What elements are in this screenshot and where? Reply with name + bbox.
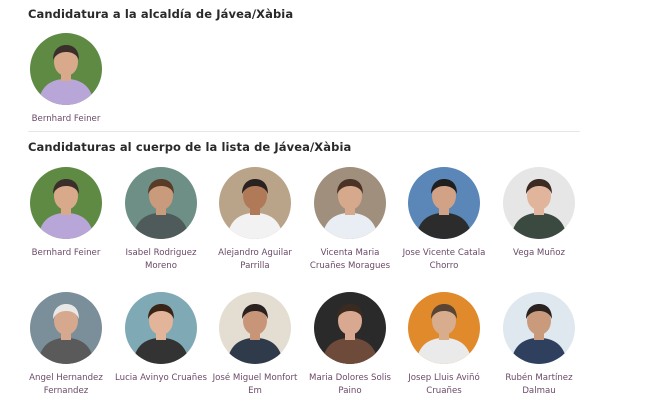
candidate-photo[interactable] (30, 33, 102, 105)
candidate-card[interactable]: José Miguel Monfort Em (207, 292, 303, 398)
candidate-name[interactable]: Vicenta Maria Cruañes Moragues (302, 247, 398, 273)
candidate-photo[interactable] (314, 167, 386, 239)
candidate-name[interactable]: Bernhard Feiner (18, 247, 114, 260)
candidate-name[interactable]: Maria Dolores Solis Paino (302, 372, 398, 398)
candidate-photo[interactable] (503, 292, 575, 364)
candidate-name[interactable]: Isabel Rodriguez Moreno (113, 247, 209, 273)
candidate-card[interactable]: Lucia Avinyo Cruañes (113, 292, 209, 385)
candidate-photo[interactable] (408, 292, 480, 364)
candidate-name[interactable]: Bernhard Feiner (18, 113, 114, 126)
candidate-photo[interactable] (125, 292, 197, 364)
candidate-card[interactable]: Bernhard Feiner (18, 167, 114, 260)
candidate-name[interactable]: Angel Hernandez Fernandez (18, 372, 114, 398)
candidate-card[interactable]: Josep Lluis Aviñó Cruañes (396, 292, 492, 398)
candidate-name[interactable]: Josep Lluis Aviñó Cruañes (396, 372, 492, 398)
candidate-name[interactable]: Jose Vicente Catala Chorro (396, 247, 492, 273)
candidate-name[interactable]: Alejandro Aguilar Parrilla (207, 247, 303, 273)
candidate-photo[interactable] (30, 292, 102, 364)
candidate-card[interactable]: Vicenta Maria Cruañes Moragues (302, 167, 398, 273)
candidate-card[interactable]: Jose Vicente Catala Chorro (396, 167, 492, 273)
candidate-photo[interactable] (125, 167, 197, 239)
candidate-card[interactable]: Maria Dolores Solis Paino (302, 292, 398, 398)
candidate-photo[interactable] (408, 167, 480, 239)
candidate-name[interactable]: Vega Muñoz (491, 247, 587, 260)
candidate-name[interactable]: Rubén Martínez Dalmau (491, 372, 587, 398)
candidate-name[interactable]: José Miguel Monfort Em (207, 372, 303, 398)
candidate-photo[interactable] (219, 292, 291, 364)
candidate-card[interactable]: Rubén Martínez Dalmau (491, 292, 587, 398)
candidate-photo[interactable] (314, 292, 386, 364)
candidate-photo[interactable] (503, 167, 575, 239)
candidate-card[interactable]: Bernhard Feiner (18, 33, 114, 126)
candidates-grid: Bernhard Feiner Bernhard Feiner Isabel Rod… (0, 0, 670, 402)
candidate-name[interactable]: Lucia Avinyo Cruañes (113, 372, 209, 385)
candidate-card[interactable]: Alejandro Aguilar Parrilla (207, 167, 303, 273)
candidate-photo[interactable] (30, 167, 102, 239)
candidate-card[interactable]: Angel Hernandez Fernandez (18, 292, 114, 398)
candidate-card[interactable]: Isabel Rodriguez Moreno (113, 167, 209, 273)
candidate-photo[interactable] (219, 167, 291, 239)
candidate-card[interactable]: Vega Muñoz (491, 167, 587, 260)
